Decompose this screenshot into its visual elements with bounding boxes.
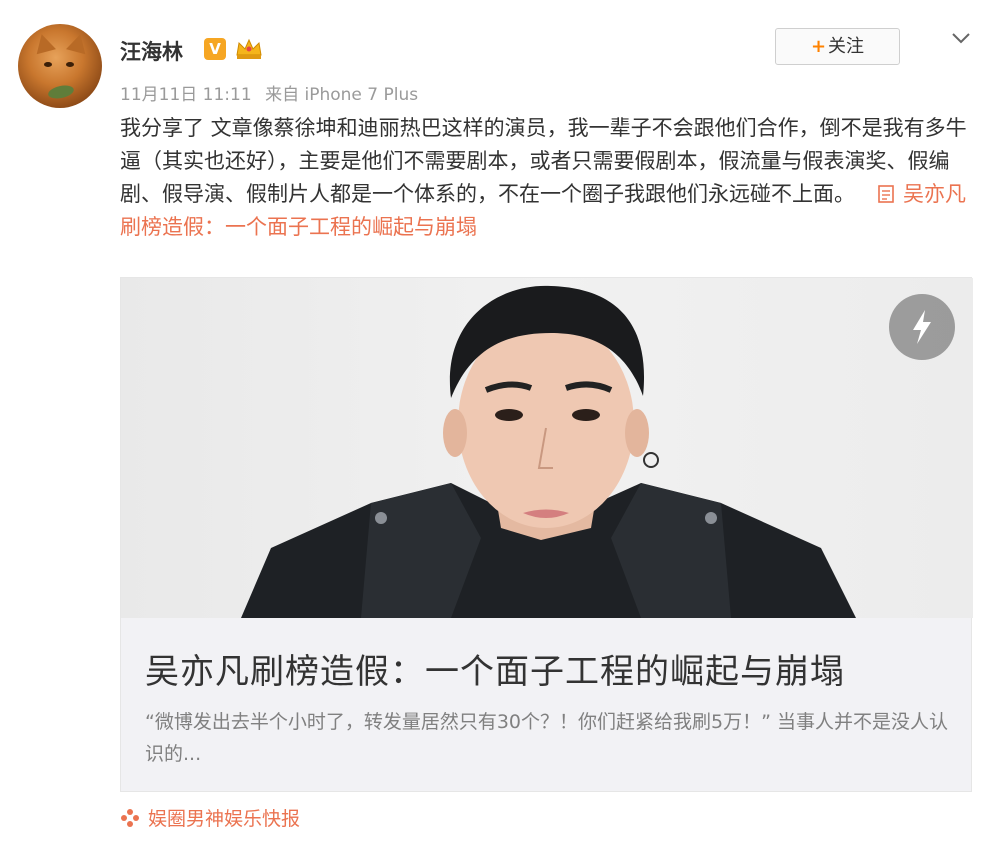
verified-icon: V: [204, 38, 226, 60]
avatar-cat-eye-left: [44, 62, 52, 67]
member-crown-icon: [236, 38, 262, 59]
article-card[interactable]: 吴亦凡刷榜造假：一个面子工程的崛起与崩塌 “微博发出去半个小时了，转发量居然只有…: [120, 277, 973, 792]
source-name: 娱圈男神娱乐快报: [148, 808, 301, 830]
article-cover-image: [121, 278, 973, 618]
follow-button[interactable]: + 关注: [775, 28, 900, 65]
post-source: 来自 iPhone 7 Plus: [265, 85, 419, 105]
source-link[interactable]: 娱圈男神娱乐快报: [120, 804, 300, 831]
article-icon: [878, 185, 894, 203]
flower-icon: [121, 809, 139, 827]
article-title[interactable]: 吴亦凡刷榜造假：一个面子工程的崛起与崩塌: [145, 644, 845, 693]
avatar-cat-ear-left: [32, 31, 56, 55]
portrait-illustration: [241, 285, 856, 618]
article-description: “微博发出去半个小时了，转发量居然只有30个？！你们赶紧给我刷5万！” 当事人并…: [145, 711, 948, 765]
post-body: 我分享了 文章像蔡徐坤和迪丽热巴这样的演员，我一辈子不会跟他们合作，倒不是我有多…: [120, 116, 967, 206]
post-text: 我分享了 文章像蔡徐坤和迪丽热巴这样的演员，我一辈子不会跟他们合作，倒不是我有多…: [120, 112, 970, 244]
plus-icon: +: [810, 36, 827, 57]
avatar-cat-eye-right: [66, 62, 74, 67]
post-meta: 11月11日 11:11 来自 iPhone 7 Plus: [120, 80, 418, 105]
weibo-post: 汪海林 V 11月11日 11:11 来自 iPhone 7 Plus + 关注 …: [0, 0, 1000, 850]
avatar-leaf: [47, 83, 75, 101]
username[interactable]: 汪海林: [120, 36, 183, 66]
flash-icon[interactable]: [889, 294, 955, 360]
user-avatar[interactable]: [18, 24, 102, 108]
avatar-cat-ear-right: [66, 31, 90, 55]
follow-label: 关注: [828, 36, 865, 57]
post-timestamp[interactable]: 11月11日 11:11: [120, 85, 252, 105]
chevron-down-icon[interactable]: [950, 28, 972, 48]
